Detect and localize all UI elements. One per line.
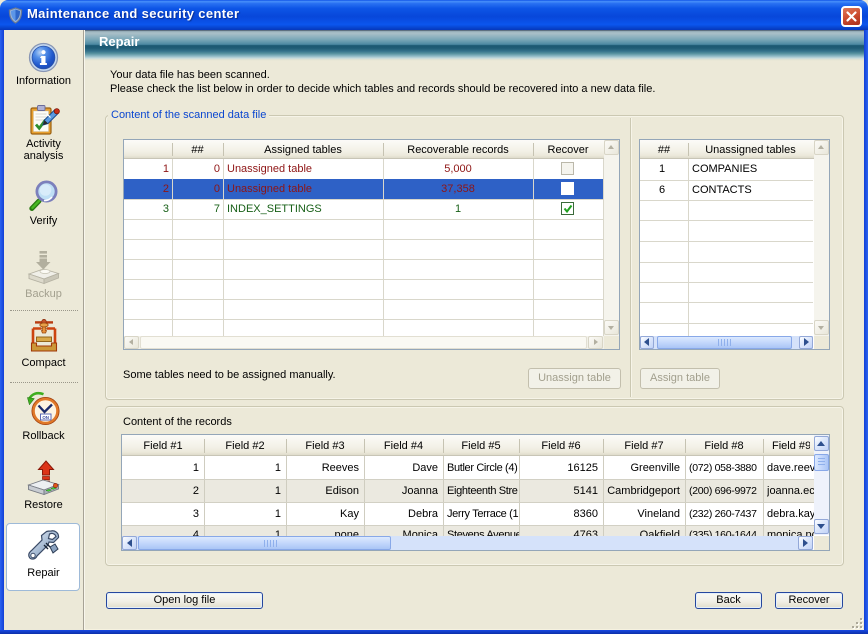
svg-text:ON: ON: [42, 415, 49, 420]
